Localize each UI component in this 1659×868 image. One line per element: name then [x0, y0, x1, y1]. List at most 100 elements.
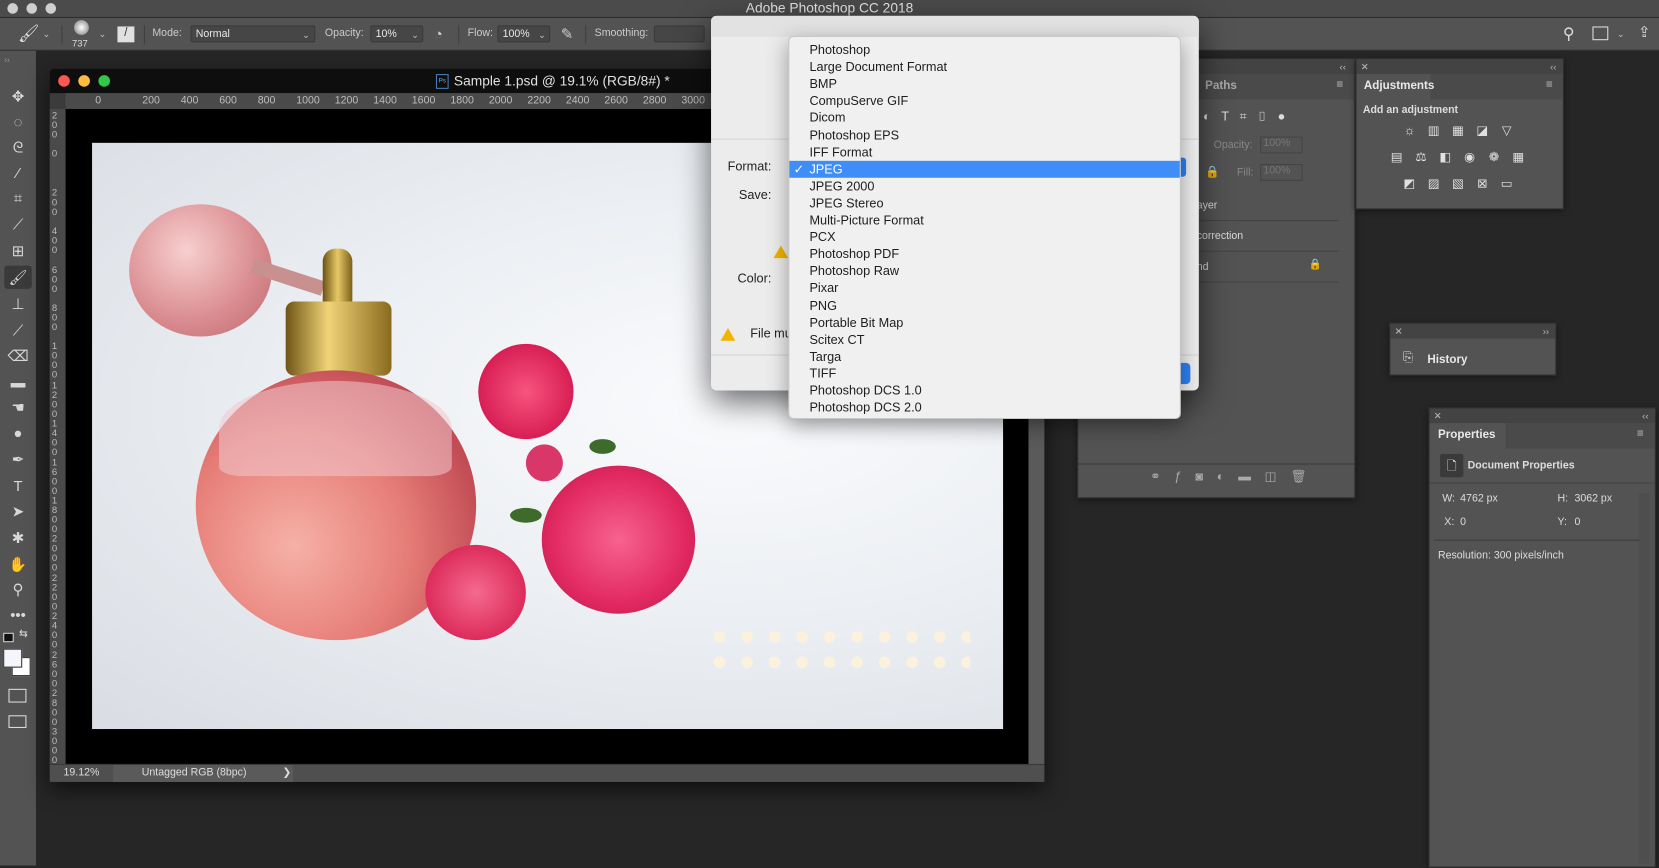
brush-picker-chevron-icon[interactable]: ⌄	[98, 29, 106, 41]
eraser-icon[interactable]: ⌫	[4, 344, 32, 367]
airbrush-icon[interactable]: ✎	[561, 25, 573, 43]
format-option[interactable]: TIFF	[789, 365, 1179, 382]
expand-panel-icon[interactable]: ››	[4, 55, 10, 65]
status-menu-arrow-icon[interactable]: ❯	[283, 765, 292, 782]
adjustment-icon[interactable]: ▭	[1498, 176, 1515, 191]
format-option[interactable]: Large Document Format	[789, 58, 1179, 75]
panel-menu-icon[interactable]: ≡	[1637, 427, 1644, 440]
format-option[interactable]: Photoshop	[789, 41, 1179, 58]
adjustment-icon[interactable]: ◧	[1437, 149, 1454, 164]
adjustment-icon[interactable]: ▦	[1450, 123, 1467, 138]
smoothing-input[interactable]	[653, 25, 705, 43]
format-option[interactable]: Targa	[789, 348, 1179, 365]
layer-opacity-input[interactable]: 100%	[1260, 136, 1303, 154]
doc-close-button[interactable]	[58, 75, 70, 87]
quick-mask-icon[interactable]	[8, 688, 27, 703]
format-option[interactable]: CompuServe GIF	[789, 92, 1179, 109]
adjustment-icon[interactable]: ☼	[1401, 123, 1418, 138]
adjustment-icon[interactable]: ◉	[1461, 149, 1478, 164]
format-option[interactable]: Photoshop EPS	[789, 126, 1179, 143]
tab-properties[interactable]: Properties	[1438, 429, 1496, 442]
brush-icon[interactable]: 🖌	[4, 265, 32, 289]
adjustment-icon[interactable]: ▥	[1425, 123, 1442, 138]
crop-icon[interactable]: ⌗	[4, 186, 32, 209]
properties-scrollbar[interactable]	[1638, 493, 1650, 864]
opacity-input[interactable]: 10% ⌄	[370, 25, 424, 43]
format-option[interactable]: ✓ JPEG	[789, 160, 1180, 178]
close-panel-icon[interactable]: ✕	[1434, 411, 1442, 422]
pressure-opacity-icon[interactable]: ◔	[434, 25, 443, 42]
height-value[interactable]: 3062 px	[1574, 493, 1612, 505]
adjustment-icon[interactable]: ▦	[1510, 149, 1527, 164]
collapse-icon[interactable]: ‹‹	[1340, 59, 1346, 74]
format-option[interactable]: Photoshop Raw	[789, 263, 1179, 280]
panel-menu-icon[interactable]: ≡	[1546, 78, 1553, 91]
collapse-icon[interactable]: ‹‹	[1550, 59, 1556, 74]
collapse-icon[interactable]: ‹‹	[1642, 408, 1648, 423]
more-icon[interactable]: •••	[4, 603, 32, 626]
format-option[interactable]: PCX	[789, 229, 1179, 246]
tool-preset-chevron-icon[interactable]: ⌄	[42, 29, 50, 41]
zoom-icon[interactable]: ⚲	[4, 578, 32, 601]
gradient-icon[interactable]: ▬	[4, 370, 32, 393]
history-title[interactable]: History	[1427, 353, 1467, 366]
adjustment-icon[interactable]: ◩	[1401, 176, 1418, 191]
lock-icon[interactable]: 🔒	[1205, 165, 1219, 179]
frame-icon[interactable]: ⊞	[4, 239, 32, 262]
brush-settings-icon[interactable]: /	[117, 26, 135, 43]
adjustment-icon[interactable]: ▧	[1450, 176, 1467, 191]
format-option[interactable]: Photoshop DCS 2.0	[789, 399, 1179, 416]
search-icon[interactable]: ⚲	[1563, 24, 1575, 43]
layer-filter-icons[interactable]: ◐T⌗▯●	[1203, 109, 1296, 125]
width-value[interactable]: 4762 px	[1460, 493, 1498, 505]
format-option[interactable]: BMP	[789, 75, 1179, 92]
layer-fill-input[interactable]: 100%	[1260, 164, 1303, 181]
y-value[interactable]: 0	[1574, 516, 1580, 528]
adjustment-icon[interactable]: ❁	[1486, 149, 1503, 164]
expand-icon[interactable]: ››	[1543, 324, 1549, 339]
hand-icon[interactable]: ✋	[4, 552, 32, 575]
brush-tool-icon[interactable]: 🖌	[18, 23, 39, 44]
marquee-icon[interactable]: ◌	[4, 110, 32, 133]
format-option[interactable]: JPEG 2000	[789, 178, 1179, 195]
dodge-icon[interactable]: ●	[4, 421, 32, 444]
foreground-color-swatch[interactable]	[3, 648, 23, 668]
adjustment-icon[interactable]: ⊠	[1474, 176, 1491, 191]
ruler-vertical[interactable]: 200 0 200 400 600 800 1000 1200 1400 1600 1800 2000…	[49, 108, 66, 765]
adjustment-icon[interactable]: ▽	[1498, 123, 1515, 138]
path-select-icon[interactable]: ➤	[4, 499, 32, 522]
pen-icon[interactable]: ✒	[4, 448, 32, 471]
smudge-icon[interactable]: ☚	[4, 396, 32, 419]
brush-preview-icon[interactable]	[74, 20, 89, 35]
lasso-icon[interactable]: ᘓ	[4, 135, 32, 158]
history-icon[interactable]: ⎘	[1403, 349, 1413, 365]
format-option[interactable]: Photoshop DCS 1.0	[789, 382, 1179, 399]
format-option[interactable]: Photoshop PDF	[789, 246, 1179, 263]
format-option[interactable]: Portable Bit Map	[789, 314, 1179, 331]
format-option[interactable]: JPEG Stereo	[789, 195, 1179, 212]
type-icon[interactable]: T	[4, 474, 32, 497]
x-value[interactable]: 0	[1460, 516, 1466, 528]
magic-wand-icon[interactable]: ⁄	[4, 161, 32, 184]
doc-zoom-button[interactable]	[98, 75, 111, 87]
mode-select[interactable]: Normal ⌄	[190, 25, 316, 43]
close-panel-icon[interactable]: ✕	[1361, 61, 1369, 72]
workspace-icon[interactable]	[1592, 26, 1609, 41]
format-option[interactable]: Pixar	[789, 280, 1179, 297]
adjustment-icon[interactable]: ▨	[1425, 176, 1442, 191]
doc-minimize-button[interactable]	[78, 75, 90, 87]
adjustment-icon[interactable]: ◪	[1474, 123, 1491, 138]
move-icon[interactable]: ✥	[4, 85, 32, 108]
format-option[interactable]: IFF Format	[789, 143, 1179, 160]
swap-colors-icon[interactable]: ⇆	[19, 629, 28, 641]
tab-paths[interactable]: Paths	[1205, 79, 1237, 92]
shape-icon[interactable]: ✱	[4, 526, 32, 549]
history-brush-icon[interactable]: ⟋	[4, 318, 32, 341]
format-option[interactable]: Multi-Picture Format	[789, 212, 1179, 229]
close-panel-icon[interactable]: ✕	[1395, 326, 1403, 337]
format-option[interactable]: Scitex CT	[789, 331, 1179, 348]
eyedropper-icon[interactable]: ⟋	[4, 213, 32, 236]
stamp-icon[interactable]: ⊥	[4, 292, 32, 315]
format-option[interactable]: Dicom	[789, 109, 1179, 126]
panel-menu-icon[interactable]: ≡	[1336, 78, 1343, 91]
